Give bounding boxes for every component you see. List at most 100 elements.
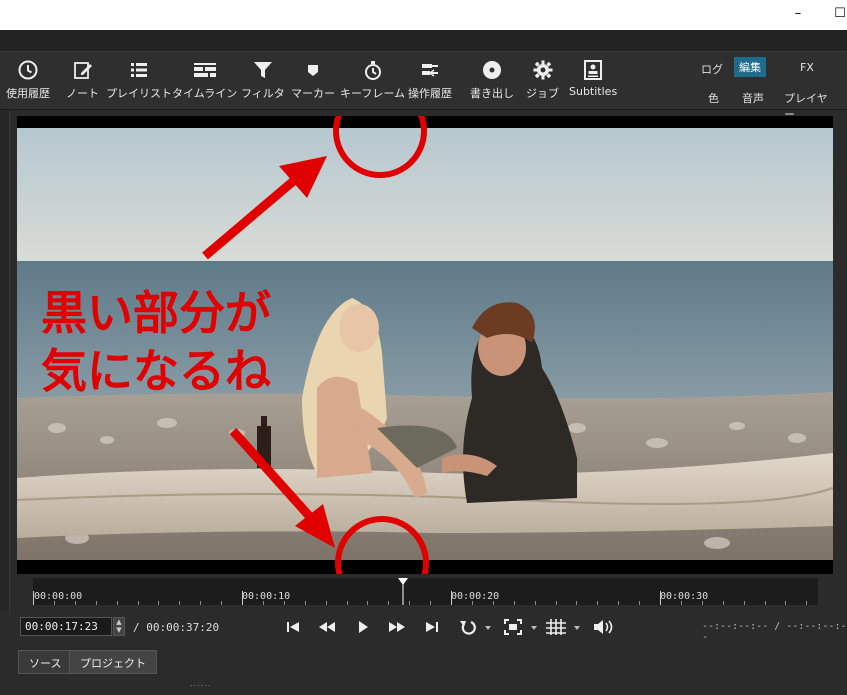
- ruler-minor-tick: [221, 601, 223, 605]
- tool-filters[interactable]: フィルタ: [241, 58, 285, 106]
- ruler-minor-tick: [471, 601, 473, 605]
- menu-area: [0, 30, 847, 52]
- ruler-minor-tick: [95, 601, 97, 605]
- list-icon: [126, 58, 152, 82]
- minimize-button[interactable]: –: [788, 4, 808, 24]
- annotation-text-line-2: 気になるね: [41, 344, 271, 398]
- ruler-minor-tick: [388, 601, 390, 605]
- tool-label: Subtitles: [569, 85, 618, 98]
- timecode-input[interactable]: 00:00:17:23: [20, 617, 112, 636]
- tool-label: 操作履歴: [408, 87, 452, 100]
- layout-fx[interactable]: FX: [795, 59, 819, 76]
- ruler-minor-tick: [262, 601, 264, 605]
- ruler-minor-tick: [53, 601, 55, 605]
- zoom-fit-icon: [504, 619, 537, 635]
- window-titlebar: – ☐: [0, 0, 847, 30]
- ruler-minor-tick: [116, 601, 118, 605]
- ruler-major-tick: [660, 591, 661, 605]
- skip-to-end-button[interactable]: [421, 616, 443, 638]
- fast-forward-button[interactable]: [386, 616, 408, 638]
- layout-color[interactable]: 色: [703, 88, 724, 108]
- marker-icon: [300, 58, 326, 82]
- tool-label: フィルタ: [241, 87, 285, 100]
- in-out-points: --:--:--:-- / --:--:--:--: [702, 621, 847, 643]
- ruler-minor-tick: [806, 601, 808, 605]
- tool-playlist[interactable]: プレイリスト: [106, 58, 172, 106]
- ruler-minor-tick: [764, 601, 766, 605]
- ruler-minor-tick: [430, 601, 432, 605]
- timeline-icon: [192, 58, 218, 82]
- subtitles-icon: [580, 58, 606, 82]
- annotation-text: 黒い部分が 気になるね: [41, 284, 271, 400]
- ruler-minor-tick: [513, 601, 515, 605]
- ruler-minor-tick: [701, 601, 703, 605]
- play-button[interactable]: [352, 616, 374, 638]
- tab-source[interactable]: ソース: [18, 650, 73, 674]
- ruler-minor-tick: [200, 601, 202, 605]
- ruler-minor-tick: [283, 601, 285, 605]
- ruler-minor-tick: [409, 601, 411, 605]
- maximize-button[interactable]: ☐: [830, 4, 847, 24]
- ruler-minor-tick: [367, 601, 369, 605]
- ruler-minor-tick: [576, 601, 578, 605]
- rewind-button[interactable]: [316, 616, 338, 638]
- ruler-minor-tick: [325, 601, 327, 605]
- tool-notes[interactable]: ノート: [66, 58, 99, 106]
- zoom-fit-button[interactable]: [502, 616, 540, 638]
- tool-export[interactable]: 書き出し: [470, 58, 514, 106]
- video-player[interactable]: 黒い部分が 気になるね: [17, 116, 833, 574]
- ruler-minor-tick: [722, 601, 724, 605]
- ruler-minor-tick: [597, 601, 599, 605]
- ruler-major-tick: [33, 591, 34, 605]
- ruler-major-tick: [242, 591, 243, 605]
- filter-funnel-icon: [250, 58, 276, 82]
- ruler-minor-tick: [492, 601, 494, 605]
- tool-history[interactable]: 操作履歴: [408, 58, 452, 106]
- timeline-ruler[interactable]: 00:00:00 00:00:10 00:00:20 00:00:30: [33, 578, 818, 605]
- tool-label: ジョブ: [526, 87, 559, 100]
- ruler-minor-tick: [680, 601, 682, 605]
- skip-to-start-button[interactable]: [282, 616, 304, 638]
- ruler-minor-tick: [534, 601, 536, 605]
- annotation-text-line-1: 黒い部分が: [41, 286, 271, 340]
- timecode-spinner[interactable]: ▲ ▼: [113, 617, 125, 636]
- loop-button[interactable]: [456, 616, 492, 638]
- clock-icon: [15, 58, 41, 82]
- tool-label: ノート: [66, 87, 99, 100]
- grid-button[interactable]: [544, 616, 582, 638]
- tab-project[interactable]: プロジェクト: [69, 650, 157, 674]
- layout-log[interactable]: ログ: [696, 59, 728, 79]
- ruler-minor-tick: [346, 601, 348, 605]
- annotation-arrow-down: [229, 427, 335, 548]
- ruler-minor-tick: [179, 601, 181, 605]
- tool-subtitles[interactable]: Subtitles: [569, 58, 617, 106]
- rewind-icon: [319, 622, 335, 632]
- volume-button[interactable]: [591, 616, 617, 638]
- stopwatch-icon: [360, 58, 386, 82]
- history-icon: [417, 58, 443, 82]
- tool-label: キーフレーム: [340, 87, 406, 100]
- tool-jobs[interactable]: ジョブ: [526, 58, 559, 106]
- layout-audio[interactable]: 音声: [737, 88, 769, 108]
- annotation-circle-bottom: [335, 516, 429, 574]
- layout-switcher: ログ 編集 FX 色 音声 プレイヤー: [690, 56, 840, 121]
- playhead[interactable]: [397, 578, 408, 605]
- grid-icon: [546, 619, 580, 635]
- ruler-minor-tick: [74, 601, 76, 605]
- skip-start-icon: [287, 622, 299, 632]
- note-edit-icon: [70, 58, 96, 82]
- tool-markers[interactable]: マーカー: [291, 58, 335, 106]
- ruler-major-tick: [451, 591, 452, 605]
- ruler-minor-tick: [304, 601, 306, 605]
- disc-export-icon: [479, 58, 505, 82]
- ruler-minor-tick: [158, 601, 160, 605]
- tool-label: 書き出し: [470, 87, 514, 100]
- tool-recent[interactable]: 使用履歴: [6, 58, 50, 106]
- tool-timeline[interactable]: タイムライン: [172, 58, 237, 106]
- panel-resize-grip[interactable]: ......: [190, 679, 211, 688]
- duration-label: / 00:00:37:20: [133, 621, 220, 634]
- tool-label: 使用履歴: [6, 87, 50, 100]
- layout-edit[interactable]: 編集: [734, 57, 766, 77]
- tool-keyframes[interactable]: キーフレーム: [340, 58, 405, 106]
- skip-end-icon: [426, 622, 438, 632]
